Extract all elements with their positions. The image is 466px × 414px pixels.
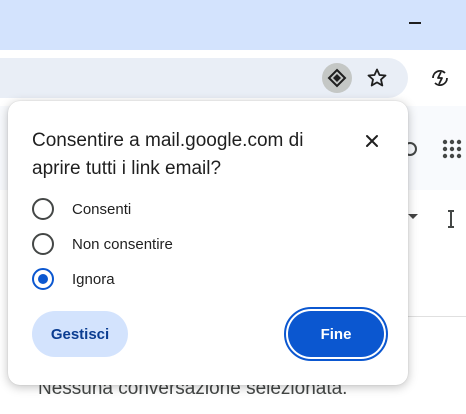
protocol-handler-dialog: Consentire a mail.google.com di aprire t…	[8, 101, 408, 385]
text-cursor-icon	[448, 209, 466, 229]
option-label: Consenti	[72, 201, 132, 218]
dialog-title: Consentire a mail.google.com di aprire t…	[32, 130, 304, 179]
apps-grid-icon[interactable]	[440, 137, 464, 161]
option-ignora[interactable]: Ignora	[32, 266, 332, 294]
star-icon[interactable]	[365, 66, 389, 90]
extension-icon[interactable]	[428, 66, 452, 90]
done-button-label: Fine	[288, 311, 384, 357]
browser-toolbar	[0, 50, 466, 106]
browser-titlebar	[0, 0, 466, 50]
radio-button[interactable]	[32, 233, 54, 255]
minimize-icon[interactable]	[409, 14, 423, 28]
chevron-down-icon[interactable]	[408, 214, 418, 219]
manage-button[interactable]: Gestisci	[32, 311, 128, 357]
option-consenti[interactable]: Consenti	[32, 196, 332, 224]
radio-button[interactable]	[32, 198, 54, 220]
protocol-handler-icon[interactable]	[322, 63, 352, 93]
option-non-consentire[interactable]: Non consentire	[32, 231, 332, 259]
option-label: Non consentire	[72, 236, 173, 253]
radio-button-selected[interactable]	[32, 268, 54, 290]
option-label: Ignora	[72, 271, 115, 288]
done-button[interactable]: Fine	[284, 307, 388, 361]
close-icon[interactable]	[360, 129, 384, 153]
